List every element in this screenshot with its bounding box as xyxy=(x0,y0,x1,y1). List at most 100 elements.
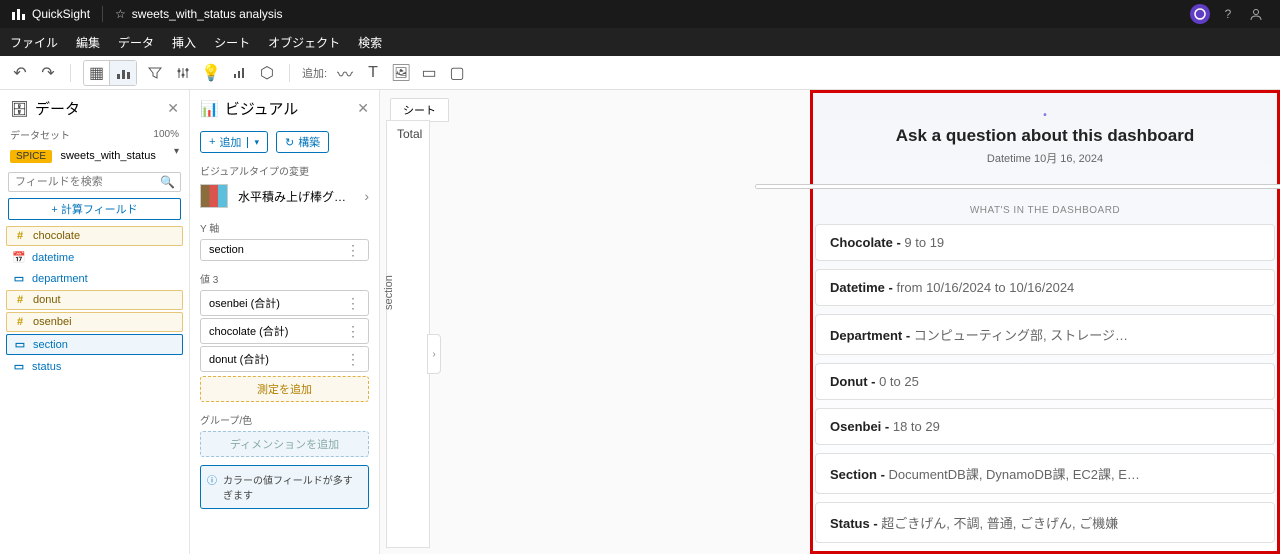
kebab-icon[interactable]: ⋮ xyxy=(346,299,360,307)
menu-search[interactable]: 検索 xyxy=(358,34,382,51)
add-control-icon[interactable]: ▭ xyxy=(419,63,439,83)
value-well[interactable]: osenbei (合計)⋮ xyxy=(200,290,369,316)
field-chocolate[interactable]: #chocolate xyxy=(6,226,183,246)
field-osenbei[interactable]: #osenbei xyxy=(6,312,183,332)
chevron-down-icon: ▾ xyxy=(174,146,179,157)
group-label: グループ/色 xyxy=(190,404,379,429)
whats-label: WHAT'S IN THE DASHBOARD xyxy=(970,205,1120,216)
favorite-star-icon[interactable]: ☆ xyxy=(115,7,126,21)
dataset-pct: 100% xyxy=(153,129,179,140)
modal-title: Ask a question about this dashboard xyxy=(896,126,1194,146)
data-panel-title: データ xyxy=(35,98,80,119)
field-type-icon: ▭ xyxy=(12,272,26,285)
menu-object[interactable]: オブジェクト xyxy=(268,34,340,51)
field-type-icon: 📅 xyxy=(12,251,26,264)
add-line-icon[interactable]: 〰 xyxy=(335,63,355,83)
lightbulb-icon[interactable]: 💡 xyxy=(201,63,221,83)
dashboard-card[interactable]: Osenbei - 18 to 29 xyxy=(815,408,1275,445)
chevron-down-icon: ▾ xyxy=(247,137,259,148)
viz-type-picker[interactable]: 水平積み上げ棒グ… › xyxy=(190,180,379,212)
undo-icon[interactable]: ↶ xyxy=(10,63,30,83)
field-status[interactable]: ▭status xyxy=(6,357,183,376)
visualization[interactable]: Total section › xyxy=(386,120,430,548)
close-icon[interactable]: ✕ xyxy=(167,100,179,117)
add-visual-button[interactable]: + 追加▾ xyxy=(200,131,268,153)
dashboard-card[interactable]: Chocolate - 9 to 19 xyxy=(815,224,1275,261)
user-icon[interactable] xyxy=(1246,4,1266,24)
info-icon: ⓘ xyxy=(207,472,217,502)
ask-input[interactable] xyxy=(756,185,1255,189)
data-panel: 🗄 データ ✕ データセット 100% SPICE sweets_with_st… xyxy=(0,90,190,554)
dashboard-card[interactable]: Section - DocumentDB課, DynamoDB課, EC2課, … xyxy=(815,453,1275,494)
menu-data[interactable]: データ xyxy=(118,34,154,51)
canvas-area: シート Total section › Ask a question about… xyxy=(380,90,1280,554)
value-label: 値 xyxy=(200,275,210,286)
viz-title: Total xyxy=(397,127,419,141)
app-topbar: QuickSight ☆ sweets_with_status analysis… xyxy=(0,0,1280,28)
expand-handle-icon[interactable]: › xyxy=(427,334,441,374)
field-department[interactable]: ▭department xyxy=(6,269,183,288)
sheet-tab[interactable]: シート xyxy=(390,98,449,122)
viz-type-label: ビジュアルタイプの変更 xyxy=(190,157,379,180)
spice-badge: SPICE xyxy=(10,150,52,163)
help-icon[interactable]: ? xyxy=(1218,4,1238,24)
layout-table-icon[interactable]: ▦ xyxy=(84,61,110,85)
field-type-icon: ▭ xyxy=(12,360,26,373)
q-assistant-button[interactable] xyxy=(1190,4,1210,24)
add-measure-well[interactable]: 測定を追加 xyxy=(200,376,369,402)
kebab-icon[interactable]: ⋮ xyxy=(346,246,360,254)
add-label: 追加: xyxy=(302,65,327,81)
viz-y-label: section xyxy=(383,275,395,310)
insight-icon[interactable] xyxy=(229,63,249,83)
add-text-icon[interactable]: T xyxy=(363,63,383,83)
sliders-icon[interactable] xyxy=(173,63,193,83)
calc-field-button[interactable]: + 計算フィールド xyxy=(8,198,181,220)
layout-chart-icon[interactable] xyxy=(110,61,136,85)
menu-bar: ファイル 編集 データ 挿入 シート オブジェクト 検索 xyxy=(0,28,1280,56)
value-count: 3 xyxy=(213,275,219,286)
redo-icon[interactable]: ↷ xyxy=(38,63,58,83)
kebab-icon[interactable]: ⋮ xyxy=(346,355,360,363)
filter-icon[interactable] xyxy=(145,63,165,83)
chart-icon: 📊 xyxy=(200,100,219,118)
close-icon[interactable]: ✕ xyxy=(357,100,369,117)
viz-thumb-icon xyxy=(200,184,228,208)
y-axis-well[interactable]: section⋮ xyxy=(200,239,369,261)
dashboard-card[interactable]: Datetime - from 10/16/2024 to 10/16/2024 xyxy=(815,269,1275,306)
add-image-icon[interactable]: 🖼 xyxy=(391,63,411,83)
db-icon: 🗄 xyxy=(10,100,29,118)
product-name: QuickSight xyxy=(32,7,90,21)
value-well[interactable]: donut (合計)⋮ xyxy=(200,346,369,372)
q-logo-icon xyxy=(1025,113,1065,116)
search-icon[interactable]: 🔍 xyxy=(160,175,175,189)
add-dimension-well[interactable]: ディメンションを追加 xyxy=(200,431,369,457)
field-donut[interactable]: #donut xyxy=(6,290,183,310)
menu-insert[interactable]: 挿入 xyxy=(172,34,196,51)
dataset-name: sweets_with_status xyxy=(60,150,155,162)
menu-file[interactable]: ファイル xyxy=(10,34,58,51)
hexagon-icon[interactable]: ⬡ xyxy=(257,63,277,83)
field-type-icon: # xyxy=(13,294,27,306)
product-logo[interactable]: QuickSight xyxy=(10,6,90,22)
dataset-label: データセット xyxy=(10,127,70,142)
kebab-icon[interactable]: ⋮ xyxy=(346,327,360,335)
value-well[interactable]: chocolate (合計)⋮ xyxy=(200,318,369,344)
field-type-icon: # xyxy=(13,230,27,242)
dashboard-card[interactable]: Donut - 0 to 25 xyxy=(815,363,1275,400)
field-datetime[interactable]: 📅datetime xyxy=(6,248,183,267)
toolbar: ↶ ↷ ▦ 💡 ⬡ 追加: 〰 T 🖼 ▭ ▢ xyxy=(0,56,1280,90)
menu-sheet[interactable]: シート xyxy=(214,34,250,51)
build-button[interactable]: ↻ 構築 xyxy=(276,131,329,153)
field-type-icon: # xyxy=(13,316,27,328)
field-section[interactable]: ▭section xyxy=(6,334,183,355)
ask-q-modal: Ask a question about this dashboard Date… xyxy=(810,90,1280,554)
chevron-right-icon: › xyxy=(364,188,369,204)
add-sheet-icon[interactable]: ▢ xyxy=(447,63,467,83)
modal-datetime: Datetime 10月 16, 2024 xyxy=(987,150,1103,166)
visual-panel-title: ビジュアル xyxy=(225,98,299,119)
field-search-input[interactable] xyxy=(8,172,181,192)
dashboard-card[interactable]: Department - コンピューティング部, ストレージ… xyxy=(815,314,1275,355)
dashboard-card[interactable]: Status - 超ごきげん, 不調, 普通, ごきげん, ご機嫌 xyxy=(815,502,1275,543)
dataset-picker[interactable]: SPICE sweets_with_status ▾ xyxy=(0,142,189,168)
menu-edit[interactable]: 編集 xyxy=(76,34,100,51)
